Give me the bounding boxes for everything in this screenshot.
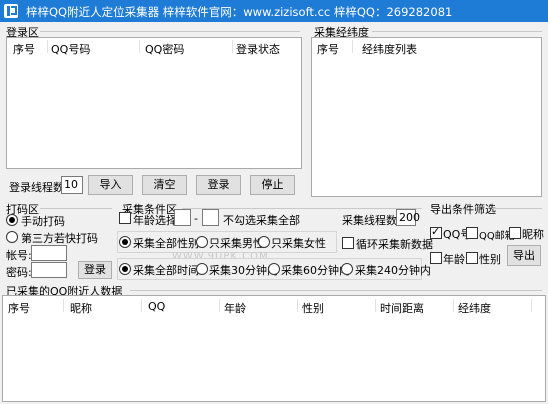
time-240-label[interactable]: 采集240分钟内 <box>355 262 431 278</box>
header-separator <box>453 299 454 312</box>
time-all-label[interactable]: 采集全部时间 <box>133 262 199 278</box>
captcha-group-divider <box>40 208 112 209</box>
import-button[interactable]: 导入 <box>88 175 133 195</box>
age-note: 不勾选采集全部 <box>223 214 300 227</box>
time-all-radio[interactable] <box>119 263 131 275</box>
login-thread-input[interactable]: 10 <box>61 176 83 194</box>
manual-captcha-label[interactable]: 手动打码 <box>21 213 65 229</box>
header-separator <box>232 40 233 53</box>
collect-threads-input[interactable]: 200 <box>396 209 420 226</box>
coord-list[interactable]: 序号 经纬度列表 <box>311 37 542 197</box>
export-group-divider <box>492 208 542 209</box>
coord-col-index[interactable]: 序号 <box>317 41 339 57</box>
export-age-checkbox[interactable] <box>430 252 442 264</box>
manual-captcha-radio[interactable] <box>6 214 18 226</box>
login-col-qq[interactable]: QQ号码 <box>51 41 90 57</box>
third-party-captcha-radio[interactable] <box>6 231 18 243</box>
results-group-divider <box>130 290 542 291</box>
results-col-coordinates[interactable]: 经纬度 <box>458 300 491 316</box>
stop-button[interactable]: 停止 <box>250 175 295 195</box>
export-button[interactable]: 导出 <box>507 245 541 266</box>
gender-female-radio[interactable] <box>258 236 270 248</box>
time-240-radio[interactable] <box>341 263 353 275</box>
captcha-account-input[interactable] <box>31 245 67 261</box>
header-separator <box>139 40 140 53</box>
captcha-login-button[interactable]: 登录 <box>78 261 112 279</box>
title-bar: 梓梓QQ附近人定位采集器 梓梓软件官网：www.zizisoft.cc 梓梓QQ… <box>0 0 548 22</box>
coord-group-divider <box>372 31 542 32</box>
window-title: 梓梓QQ附近人定位采集器 梓梓软件官网：www.zizisoft.cc 梓梓QQ… <box>26 5 453 19</box>
export-nickname-checkbox[interactable] <box>509 227 521 239</box>
header-separator <box>375 299 376 312</box>
export-age-label[interactable]: 年龄 <box>443 251 465 267</box>
results-col-index[interactable]: 序号 <box>8 300 30 316</box>
login-col-status[interactable]: 登录状态 <box>236 41 280 57</box>
captcha-password-label: 密码: <box>6 266 32 279</box>
results-col-age[interactable]: 年龄 <box>224 300 246 316</box>
header-separator <box>531 299 532 312</box>
gender-all-label[interactable]: 采集全部性别 <box>133 235 199 251</box>
header-separator <box>141 299 142 312</box>
header-separator <box>219 299 220 312</box>
results-col-nickname[interactable]: 昵称 <box>70 300 92 316</box>
export-qq-checkbox[interactable] <box>430 225 442 239</box>
coord-col-list[interactable]: 经纬度列表 <box>362 41 417 57</box>
login-group-divider <box>40 31 300 32</box>
login-col-password[interactable]: QQ密码 <box>145 41 184 57</box>
age-select-checkbox[interactable] <box>119 212 131 224</box>
gender-female-label[interactable]: 只采集女性 <box>271 235 326 251</box>
export-group-title: 导出条件筛选 <box>430 203 496 216</box>
captcha-account-label: 帐号: <box>6 249 32 262</box>
loop-new-data-label[interactable]: 循环采集新数据 <box>356 236 433 252</box>
third-party-captcha-label[interactable]: 第三方若快打码 <box>21 230 98 246</box>
export-qqmail-checkbox[interactable] <box>466 227 478 239</box>
gender-male-radio[interactable] <box>196 236 208 248</box>
app-icon <box>4 4 18 18</box>
captcha-password-input[interactable] <box>31 262 67 278</box>
export-gender-checkbox[interactable] <box>466 252 478 264</box>
login-col-index[interactable]: 序号 <box>13 41 35 57</box>
results-col-gender[interactable]: 性别 <box>302 300 324 316</box>
gender-male-label[interactable]: 只采集男性 <box>209 235 264 251</box>
export-gender-label[interactable]: 性别 <box>479 251 501 267</box>
time-30-radio[interactable] <box>196 263 208 275</box>
clear-button[interactable]: 清空 <box>142 175 187 195</box>
age-from-input[interactable] <box>174 209 191 226</box>
results-col-time-distance[interactable]: 时间距离 <box>380 300 424 316</box>
time-60-radio[interactable] <box>268 263 280 275</box>
header-separator <box>297 299 298 312</box>
time-60-label[interactable]: 采集60分钟内 <box>281 262 350 278</box>
results-col-qq[interactable]: QQ <box>148 300 165 313</box>
results-table[interactable]: 序号 昵称 QQ 年龄 性别 时间距离 经纬度 <box>2 295 546 402</box>
age-to-input[interactable] <box>202 209 219 226</box>
header-separator <box>63 299 64 312</box>
export-nickname-label[interactable]: 昵称 <box>522 226 544 242</box>
loop-new-data-checkbox[interactable] <box>342 237 354 249</box>
gender-all-radio[interactable] <box>119 236 131 248</box>
header-separator <box>352 40 353 53</box>
age-dash: - <box>194 212 198 225</box>
login-thread-label: 登录线程数: <box>9 181 68 194</box>
login-button[interactable]: 登录 <box>196 175 241 195</box>
header-separator <box>47 40 48 53</box>
login-account-list[interactable]: 序号 QQ号码 QQ密码 登录状态 <box>6 37 302 169</box>
age-select-label[interactable]: 年龄选择 <box>133 212 177 228</box>
collect-threads-label: 采集线程数: <box>342 214 401 227</box>
